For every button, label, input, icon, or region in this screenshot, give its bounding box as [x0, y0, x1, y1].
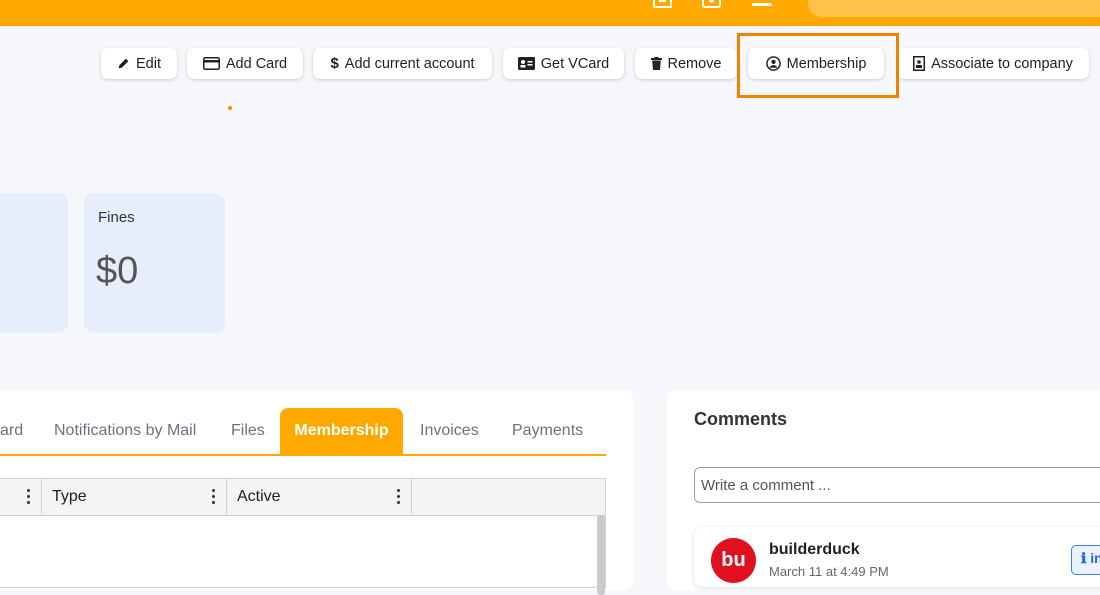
fines-label: Fines [98, 209, 135, 226]
column-menu-icon[interactable] [212, 489, 216, 505]
add-card-button[interactable]: Add Card [187, 48, 303, 79]
tab-label: ard [0, 422, 24, 439]
indicator-dot [228, 106, 232, 110]
menu-icon[interactable] [752, 3, 772, 6]
tab-files[interactable]: Files [231, 408, 265, 454]
column-header-type[interactable]: Type [42, 479, 227, 515]
edit-button[interactable]: Edit [101, 48, 177, 79]
remove-button[interactable]: Remove [635, 48, 737, 79]
credit-card-icon [202, 57, 220, 70]
building-icon [913, 56, 926, 71]
remove-label: Remove [667, 55, 722, 72]
tab-membership[interactable]: Membership [280, 408, 403, 454]
column-header-active[interactable]: Active [227, 479, 412, 515]
id-card-icon [517, 57, 535, 70]
column-label: Active [237, 488, 281, 505]
dollar-icon: $ [330, 55, 339, 72]
trash-icon [650, 57, 662, 70]
membership-table: Type Active [0, 478, 606, 595]
avatar: bu [711, 538, 756, 583]
edit-label: Edit [136, 55, 161, 72]
info-icon: ℹ [1081, 550, 1091, 566]
table-header: Type Active [0, 479, 605, 516]
column-menu-icon[interactable] [397, 489, 401, 505]
column-label: Type [52, 488, 87, 505]
tab-label: Invoices [420, 422, 479, 439]
comment-author[interactable]: builderduck [769, 541, 860, 559]
fines-value: $0 [96, 250, 139, 292]
calendar-icon[interactable] [653, 0, 672, 8]
tab-label: Payments [512, 422, 584, 439]
comments-title: Comments [694, 409, 788, 429]
add-card-label: Add Card [225, 55, 288, 72]
get-vcard-label: Get VCard [540, 55, 610, 72]
membership-highlight-box [737, 33, 899, 98]
get-vcard-button[interactable]: Get VCard [503, 48, 624, 79]
info-badge-label: in [1090, 550, 1100, 566]
fines-card: Fines $0 [84, 193, 225, 333]
tab-payments[interactable]: Payments [512, 408, 583, 454]
comment-date: March 11 at 4:49 PM [769, 564, 889, 579]
comment-input[interactable] [694, 467, 1100, 503]
tab-bar: ard Notifications by Mail Files Membersh… [0, 408, 606, 456]
pencil-icon [117, 57, 130, 70]
global-search-bar[interactable] [808, 0, 1100, 17]
tab-invoices[interactable]: Invoices [420, 408, 479, 454]
add-current-account-label: Add current account [344, 55, 475, 72]
stat-card [0, 193, 68, 333]
info-badge[interactable]: ℹ in [1071, 545, 1100, 575]
table-scrollbar[interactable] [597, 515, 605, 595]
tab-card[interactable]: ard [0, 408, 23, 454]
associate-to-company-label: Associate to company [931, 55, 1073, 72]
tab-label: Notifications by Mail [54, 422, 197, 439]
add-current-account-button[interactable]: $ Add current account [313, 48, 492, 79]
tab-label: Files [231, 422, 265, 439]
inbox-icon[interactable] [702, 0, 721, 8]
column-menu-icon[interactable] [27, 489, 31, 505]
associate-to-company-button[interactable]: Associate to company [897, 48, 1089, 79]
tab-label: Membership [294, 422, 389, 439]
tab-notifications-by-mail[interactable]: Notifications by Mail [54, 408, 196, 454]
column-header[interactable] [0, 479, 42, 515]
